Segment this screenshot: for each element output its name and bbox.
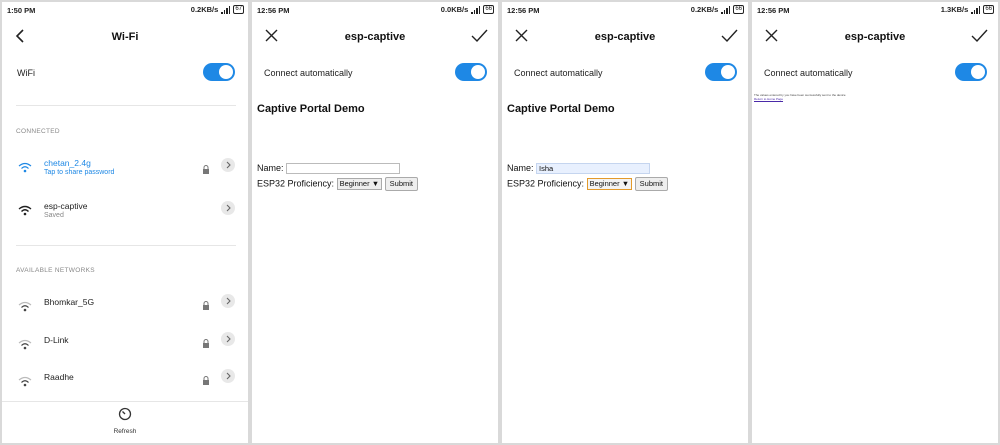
lock-icon bbox=[202, 297, 210, 315]
header: esp-captive bbox=[502, 22, 748, 52]
network-name: Bhomkar_5G bbox=[44, 297, 95, 307]
name-row: Name: bbox=[257, 163, 401, 175]
name-label: Name: bbox=[257, 163, 284, 173]
status-speed: 0.2KB/s bbox=[190, 5, 219, 14]
status-time: 12:56 PM bbox=[257, 6, 290, 15]
submit-button[interactable]: Submit bbox=[634, 177, 668, 191]
lock-icon bbox=[202, 335, 210, 353]
status-speed: 1.3KB/s bbox=[940, 5, 969, 14]
network-item-raadhe[interactable]: Raadhe bbox=[2, 368, 248, 398]
chevron-right-icon[interactable] bbox=[221, 158, 235, 172]
network-item-bhomkar[interactable]: Bhomkar_5G bbox=[2, 293, 248, 323]
divider bbox=[16, 245, 236, 246]
refresh-label: Refresh bbox=[113, 428, 137, 435]
chevron-right-icon[interactable] bbox=[221, 369, 235, 383]
network-item-esp-captive[interactable]: esp-captive Saved bbox=[2, 197, 248, 227]
proficiency-row: ESP32 Proficiency: Beginner ▼ Submit bbox=[257, 177, 418, 191]
wifi-signal-icon bbox=[18, 337, 32, 355]
proficiency-label: ESP32 Proficiency: bbox=[257, 178, 335, 189]
dropdown-arrow-icon: ▼ bbox=[371, 179, 380, 188]
wifi-label: WiFi bbox=[17, 68, 35, 78]
header: esp-captive bbox=[752, 22, 998, 52]
wifi-signal-icon bbox=[18, 203, 32, 221]
status-bar: 12:56 PM 0.0KB/s 66 bbox=[252, 2, 498, 18]
chevron-right-icon[interactable] bbox=[221, 332, 235, 346]
success-message-block: The values entered by you have been succ… bbox=[754, 93, 846, 101]
submit-button[interactable]: Submit bbox=[384, 177, 418, 191]
signal-icon bbox=[721, 5, 731, 14]
proficiency-label: ESP32 Proficiency: bbox=[507, 178, 585, 189]
proficiency-select[interactable]: Beginner ▼ bbox=[586, 178, 633, 190]
wifi-signal-icon bbox=[18, 299, 32, 317]
status-bar: 12:56 PM 0.2KB/s 66 bbox=[502, 2, 748, 18]
proficiency-select[interactable]: Beginner ▼ bbox=[336, 178, 383, 190]
checkmark-icon[interactable] bbox=[471, 28, 488, 48]
connect-auto-label: Connect automatically bbox=[514, 68, 603, 78]
connect-auto-toggle[interactable] bbox=[455, 63, 487, 81]
lock-icon bbox=[202, 161, 210, 179]
connected-section-header: CONNECTED bbox=[16, 128, 60, 135]
page-title: esp-captive bbox=[594, 31, 656, 43]
captive-portal-screen-success: 12:56 PM 1.3KB/s 66 esp-captive Connect … bbox=[752, 2, 998, 443]
network-sub: Saved bbox=[44, 212, 64, 219]
status-time: 12:56 PM bbox=[757, 6, 790, 15]
wifi-signal-icon bbox=[18, 374, 32, 392]
wifi-signal-icon bbox=[18, 160, 32, 178]
divider bbox=[16, 105, 236, 106]
page-title: esp-captive bbox=[344, 31, 406, 43]
portal-title: Captive Portal Demo bbox=[257, 103, 365, 115]
checkmark-icon[interactable] bbox=[971, 28, 988, 48]
status-bar: 1:50 PM 0.2KB/s 67 bbox=[2, 2, 248, 18]
available-section-header: AVAILABLE NETWORKS bbox=[16, 267, 95, 274]
status-time: 12:56 PM bbox=[507, 6, 540, 15]
refresh-button[interactable]: Refresh bbox=[2, 407, 248, 435]
captive-portal-screen-filled: 12:56 PM 0.2KB/s 66 esp-captive Connect … bbox=[502, 2, 748, 443]
signal-icon bbox=[971, 5, 981, 14]
chevron-right-icon[interactable] bbox=[221, 201, 235, 215]
refresh-icon bbox=[118, 407, 132, 425]
status-speed: 0.0KB/s bbox=[440, 5, 469, 14]
status-speed: 0.2KB/s bbox=[690, 5, 719, 14]
signal-icon bbox=[221, 5, 231, 14]
network-name: D-Link bbox=[44, 335, 69, 345]
name-label: Name: bbox=[507, 163, 534, 173]
network-name: chetan_2.4g bbox=[44, 158, 91, 168]
page-title: esp-captive bbox=[844, 31, 906, 43]
network-item-chetan[interactable]: chetan_2.4g Tap to share password bbox=[2, 154, 248, 184]
wifi-toggle[interactable] bbox=[203, 63, 235, 81]
signal-icon bbox=[471, 5, 481, 14]
name-input[interactable]: Isha bbox=[536, 163, 651, 175]
network-sub: Tap to share password bbox=[44, 169, 115, 176]
battery-icon: 67 bbox=[233, 5, 244, 14]
return-home-link[interactable]: Return to Home Page bbox=[754, 97, 846, 101]
dropdown-arrow-icon: ▼ bbox=[621, 179, 630, 188]
name-row: Name: Isha bbox=[507, 163, 651, 175]
connect-auto-label: Connect automatically bbox=[764, 68, 853, 78]
page-title: Wi-Fi bbox=[111, 31, 139, 43]
chevron-right-icon[interactable] bbox=[221, 294, 235, 308]
captive-portal-screen-empty: 12:56 PM 0.0KB/s 66 esp-captive Connect … bbox=[252, 2, 498, 443]
connect-auto-toggle[interactable] bbox=[705, 63, 737, 81]
header: Wi-Fi bbox=[2, 22, 248, 52]
proficiency-row: ESP32 Proficiency: Beginner ▼ Submit bbox=[507, 177, 668, 191]
connect-auto-label: Connect automatically bbox=[264, 68, 353, 78]
divider bbox=[2, 401, 248, 402]
status-time: 1:50 PM bbox=[7, 6, 36, 15]
battery-icon: 66 bbox=[733, 5, 744, 14]
portal-title: Captive Portal Demo bbox=[507, 103, 615, 115]
lock-icon bbox=[202, 372, 210, 390]
network-item-dlink[interactable]: D-Link bbox=[2, 331, 248, 361]
header: esp-captive bbox=[252, 22, 498, 52]
checkmark-icon[interactable] bbox=[721, 28, 738, 48]
battery-icon: 66 bbox=[983, 5, 994, 14]
network-name: Raadhe bbox=[44, 372, 74, 382]
connect-auto-toggle[interactable] bbox=[955, 63, 987, 81]
wifi-settings-screen: 1:50 PM 0.2KB/s 67 Wi-Fi WiFi CONNECTED … bbox=[2, 2, 248, 443]
status-bar: 12:56 PM 1.3KB/s 66 bbox=[752, 2, 998, 18]
network-name: esp-captive bbox=[44, 201, 88, 211]
name-input[interactable] bbox=[286, 163, 401, 175]
battery-icon: 66 bbox=[483, 5, 494, 14]
